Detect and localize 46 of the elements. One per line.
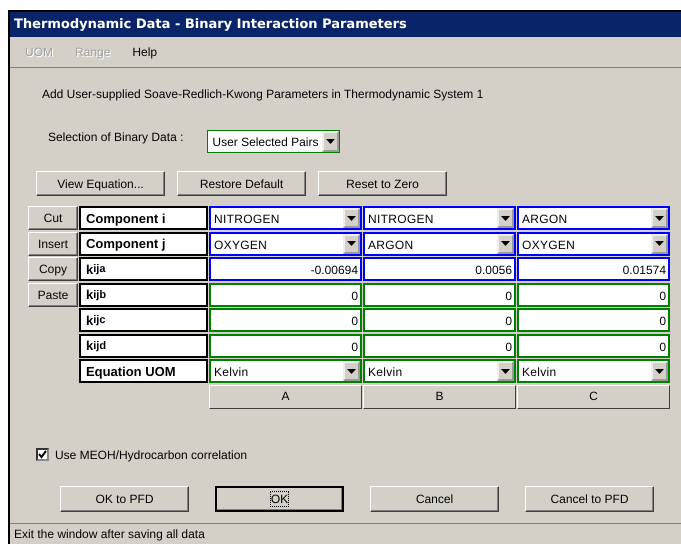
column-header[interactable]: C [517,384,670,408]
value-cell[interactable]: 0 [517,334,670,358]
component-dropdown[interactable]: ARGON [517,206,670,230]
column-header[interactable]: B [363,384,516,408]
row-label: Equation UOM [79,359,208,383]
description-text: Add User-supplied Soave-Redlich-Kwong Parameters in Thermodynamic System 1 [42,87,484,101]
value-cell[interactable]: 0 [363,334,516,358]
value-cell[interactable]: 0 [517,308,670,332]
value-cell[interactable]: 0.0056 [363,257,516,281]
value-cell[interactable]: 0 [517,282,670,306]
component-dropdown[interactable]: Kelvin [209,359,362,383]
dialog-button[interactable]: OK to PFD [60,486,189,512]
value-cell[interactable]: -0.00694 [209,257,362,281]
toolbar-button[interactable]: Restore Default [177,171,306,196]
dialog-button[interactable]: Cancel to PFD [525,486,654,512]
value-cell[interactable]: 0.01574 [517,257,670,281]
edit-button[interactable]: Copy [28,257,78,281]
value-cell[interactable]: 0 [363,308,516,332]
edit-button[interactable]: Cut [28,206,78,230]
component-dropdown[interactable]: Kelvin [363,359,516,383]
component-dropdown[interactable]: Kelvin [517,359,670,383]
edit-button[interactable]: Insert [28,232,78,256]
selection-dropdown[interactable]: User Selected Pairs [207,130,340,153]
selection-label: Selection of Binary Data : [48,130,184,144]
edit-button[interactable]: Paste [28,282,78,306]
value-cell[interactable]: 0 [209,282,362,306]
value-cell[interactable]: 0 [209,334,362,358]
toolbar-button[interactable]: Reset to Zero [318,171,447,196]
value-cell[interactable]: 0 [209,308,362,332]
row-label: Component j [79,232,208,256]
component-dropdown[interactable]: NITROGEN [363,206,516,230]
component-dropdown[interactable]: OXYGEN [517,232,670,256]
dialog-button[interactable]: Cancel [370,486,499,512]
dialog-button[interactable]: OK [215,486,344,512]
component-dropdown[interactable]: ARGON [363,232,516,256]
row-label: Component i [79,206,208,230]
menu-item[interactable]: Help [132,45,158,59]
value-cell[interactable]: 0 [363,282,516,306]
status-bar: Exit the window after saving all data [10,523,681,544]
checkbox-label: Use MEOH/Hydrocarbon correlation [55,448,248,462]
toolbar-button[interactable]: View Equation... [36,171,165,196]
checkbox[interactable] [36,448,49,461]
window-title: Thermodynamic Data - Binary Interaction Parameters [10,12,681,37]
component-dropdown[interactable]: OXYGEN [209,232,362,256]
column-header[interactable]: A [209,384,362,408]
component-dropdown[interactable]: NITROGEN [209,206,362,230]
